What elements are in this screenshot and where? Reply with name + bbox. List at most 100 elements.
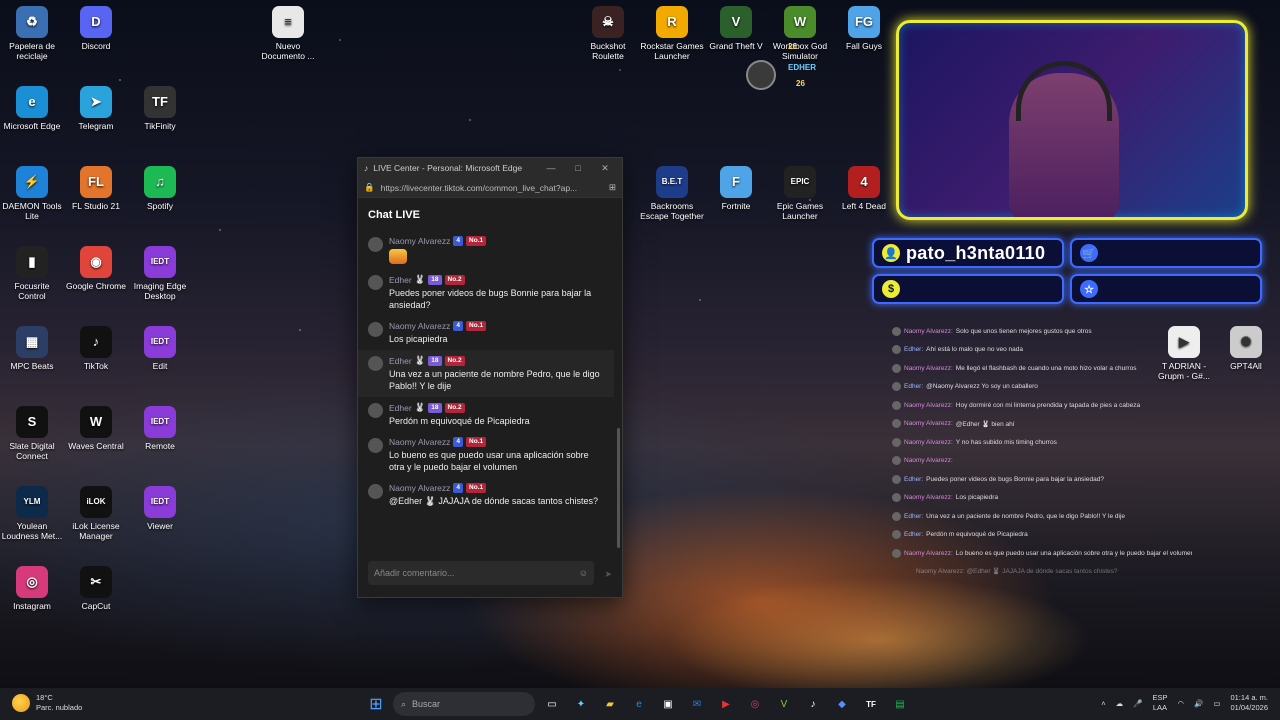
overlay-chat-user: Naomy Alvarezz: [904, 438, 953, 446]
chat-scrollbar[interactable] [617, 428, 620, 548]
avatar[interactable] [368, 403, 383, 418]
chat-username[interactable]: Naomy Alvarezz [389, 437, 450, 447]
desktop-shortcut[interactable]: YLM Youlean Loudness Met... [0, 486, 64, 541]
chat-message[interactable]: Edher 🐰 18 No.2 Una vez a un paciente de nom… [358, 350, 614, 397]
chat-message[interactable]: Naomy Alvarezz 4 No.1 [358, 231, 614, 269]
weather-widget[interactable]: 18°C Parc. nublado [12, 693, 82, 713]
avatar[interactable] [368, 484, 383, 499]
level-value: 18 [431, 275, 439, 283]
youtube-icon[interactable]: ▶ [714, 692, 738, 716]
desktop-shortcut[interactable]: F Fortnite [704, 166, 768, 211]
chat-message[interactable]: Edher 🐰 18 No.2 Puedes poner videos de bugs … [358, 269, 614, 316]
desktop-shortcut[interactable]: ◉ Google Chrome [64, 246, 128, 291]
mpc-beats-icon: ▦ [16, 326, 48, 358]
desktop-shortcut[interactable]: ≡ Nuevo Documento ... [256, 6, 320, 61]
desktop-shortcut[interactable]: e Microsoft Edge [0, 86, 64, 131]
clock[interactable]: 01:14 a. m. 01/04/2026 [1230, 693, 1268, 713]
desktop-shortcut[interactable]: iLOK iLok License Manager [64, 486, 128, 541]
search-placeholder: Buscar [412, 699, 441, 709]
url-text[interactable]: https://livecenter.tiktok.com/common_liv… [381, 183, 603, 193]
task-view-icon[interactable]: ▭ [540, 692, 564, 716]
avatar[interactable] [368, 237, 383, 252]
desktop-shortcut[interactable]: ♫ Spotify [128, 166, 192, 211]
edge-taskbar-icon[interactable]: e [627, 692, 651, 716]
outlook-icon[interactable]: ✉ [685, 692, 709, 716]
desktop-shortcut[interactable]: ♪ TikTok [64, 326, 128, 371]
chat-message[interactable]: Naomy Alvarezz 4 No.1 Lo bueno es que puedo… [358, 432, 614, 478]
live-studio-icon[interactable]: ▤ [888, 692, 912, 716]
desktop-shortcut[interactable]: ◎ Instagram [0, 566, 64, 611]
chevron-up-icon[interactable]: ˄ [1101, 699, 1105, 708]
chat-message-list[interactable]: Naomy Alvarezz 4 No.1 Edher 🐰 18 No.2 Puedes po… [358, 231, 614, 551]
vpn-icon[interactable]: V [772, 692, 796, 716]
tikfinity-taskbar-icon[interactable]: TF [859, 692, 883, 716]
chat-message[interactable]: Naomy Alvarezz 4 No.1 Los picapiedra [358, 316, 614, 350]
store-icon[interactable]: ▣ [656, 692, 680, 716]
desktop-shortcut[interactable]: ▦ MPC Beats [0, 326, 64, 371]
chat-username[interactable]: Naomy Alvarezz [389, 483, 450, 493]
tiktok-taskbar-icon[interactable]: ♪ [801, 692, 825, 716]
desktop-shortcut[interactable]: TF TikFinity [128, 86, 192, 131]
live-center-window[interactable]: ♪ LIVE Center - Personal: Microsoft Edge… [357, 157, 623, 598]
file-explorer-icon[interactable]: ▰ [598, 692, 622, 716]
taskbar-apps: ⊞ ⌕ Buscar ▭ ✦ ▰ e ▣ ✉ ▶ ◎ V ♪ ◆ TF ▤ [364, 692, 912, 716]
desktop-shortcut[interactable]: IEDT Edit [128, 326, 192, 371]
chat-message[interactable]: Naomy Alvarezz 4 No.1 @Edher 🐰 JAJAJA de dó… [358, 478, 614, 512]
chat-username[interactable]: Edher [389, 275, 412, 285]
chat-username[interactable]: Edher [389, 356, 412, 366]
avatar[interactable] [368, 322, 383, 337]
volume-icon[interactable]: 🔊 [1194, 699, 1203, 708]
close-button[interactable]: ✕ [594, 163, 616, 174]
onedrive-icon[interactable]: ☁ [1116, 699, 1124, 708]
desktop-shortcut[interactable]: IEDT Imaging Edge Desktop [128, 246, 192, 301]
taskbar-search[interactable]: ⌕ Buscar [393, 692, 535, 716]
desktop-shortcut[interactable]: ✺ GPT4All [1214, 326, 1278, 371]
app-available-icon[interactable]: ⊞ [609, 182, 616, 193]
battery-icon[interactable]: ▭ [1213, 699, 1220, 708]
desktop-shortcut[interactable]: V Grand Theft V [704, 6, 768, 51]
overlay-chat-user: Edher: [904, 475, 924, 483]
desktop-shortcut-label: Focusrite Control [14, 281, 50, 301]
desktop-shortcut[interactable]: ➤ Telegram [64, 86, 128, 131]
comment-input[interactable]: Añadir comentario... ☺ [368, 561, 594, 585]
desktop-shortcut[interactable]: IEDT Remote [128, 406, 192, 451]
desktop-shortcut[interactable]: 4 Left 4 Dead [832, 166, 896, 211]
avatar [892, 345, 901, 355]
desktop-shortcut[interactable]: ⚡ DAEMON Tools Lite [0, 166, 64, 221]
start-icon[interactable]: ⊞ [364, 692, 388, 716]
chat-message[interactable]: Edher 🐰 18 No.2 Perdón m equivoqué de Picapi… [358, 397, 614, 432]
window-titlebar[interactable]: ♪ LIVE Center - Personal: Microsoft Edge… [358, 158, 622, 178]
address-bar[interactable]: 🔒 https://livecenter.tiktok.com/common_l… [358, 178, 622, 198]
chat-username[interactable]: Edher [389, 403, 412, 413]
desktop-shortcut[interactable]: ☠ Buckshot Roulette [576, 6, 640, 61]
widgets-icon[interactable]: ✦ [569, 692, 593, 716]
desktop-shortcut[interactable]: W Worldbox God Simulator [768, 6, 832, 61]
emoji-icon[interactable]: ☺ [579, 568, 588, 578]
desktop-shortcut[interactable]: FL FL Studio 21 [64, 166, 128, 211]
desktop-shortcut[interactable]: ✂ CapCut [64, 566, 128, 611]
maximize-button[interactable]: □ [567, 163, 589, 173]
avatar[interactable] [368, 275, 383, 290]
desktop-shortcut-label: TikFinity [144, 121, 176, 131]
avatar[interactable] [368, 356, 383, 371]
microphone-icon[interactable]: 🎤 [1133, 699, 1142, 708]
wifi-icon[interactable]: ◠ [1177, 699, 1184, 708]
chat-username[interactable]: Naomy Alvarezz [389, 236, 450, 246]
send-icon[interactable]: ➤ [604, 569, 612, 580]
desktop-shortcut[interactable]: EPIC Epic Games Launcher [768, 166, 832, 221]
desktop-shortcut[interactable]: B.E.T Backrooms Escape Together [640, 166, 704, 221]
desktop-shortcut[interactable]: R Rockstar Games Launcher [640, 6, 704, 61]
desktop-shortcut[interactable]: S Slate Digital Connect [0, 406, 64, 461]
minimize-button[interactable]: — [540, 163, 562, 173]
desktop-shortcut[interactable]: FG Fall Guys [832, 6, 896, 51]
desktop-shortcut[interactable]: D Discord [64, 6, 128, 51]
chat-username[interactable]: Naomy Alvarezz [389, 321, 450, 331]
desktop-shortcut[interactable]: IEDT Viewer [128, 486, 192, 531]
desktop-shortcut[interactable]: ▮ Focusrite Control [0, 246, 64, 301]
language-indicator[interactable]: ESP LAA [1152, 693, 1167, 713]
desktop-shortcut[interactable]: ♻ Papelera de reciclaje [0, 6, 64, 61]
app-icon[interactable]: ◆ [830, 692, 854, 716]
avatar[interactable] [368, 438, 383, 453]
instagram-taskbar-icon[interactable]: ◎ [743, 692, 767, 716]
desktop-shortcut[interactable]: W Waves Central [64, 406, 128, 451]
